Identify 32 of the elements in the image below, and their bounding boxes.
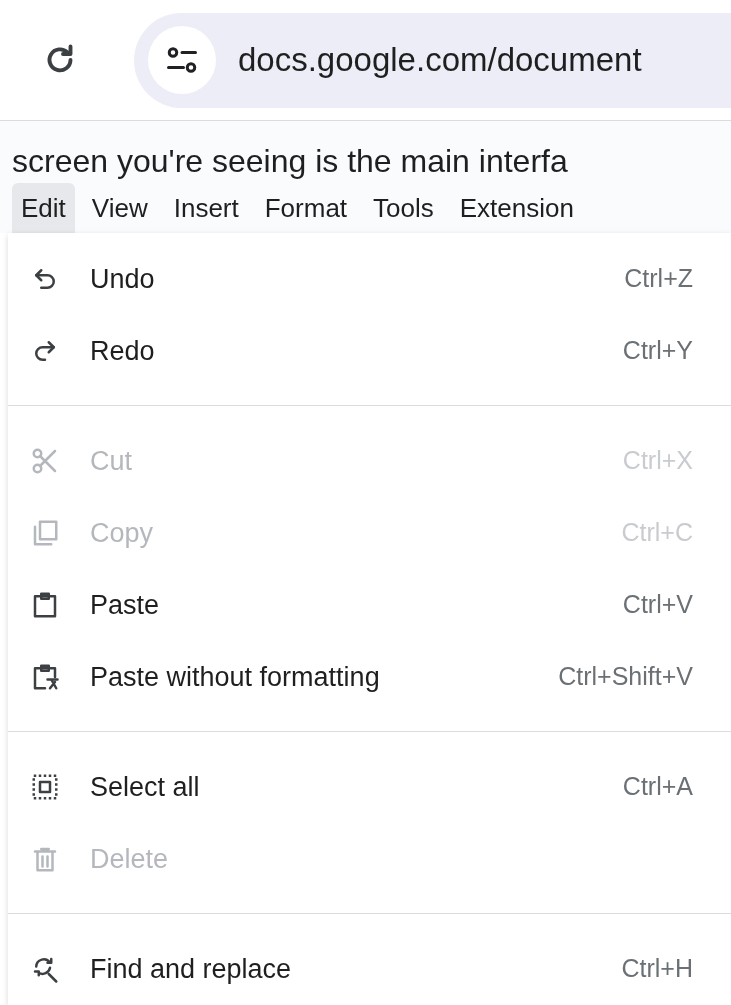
menu-item-label: Undo: [90, 262, 155, 296]
menu-item-label: Paste without formatting: [90, 660, 380, 694]
menu-bar-item[interactable]: Format: [255, 183, 357, 233]
shortcut-text: Ctrl+V: [622, 589, 693, 621]
menu-bar-item[interactable]: Extension: [450, 183, 583, 233]
menu-item-label: Paste: [90, 588, 160, 622]
shortcut-text: Ctrl+Shift+V: [558, 661, 693, 693]
menu-item[interactable]: Paste without formatting Ctrl+Shift+V: [8, 641, 731, 713]
menu-item-label: Cut: [90, 444, 133, 478]
shortcut-text: Ctrl+Y: [622, 335, 693, 367]
menu-item-label: Copy: [90, 516, 154, 550]
menu-item[interactable]: Undo Ctrl+Z: [8, 243, 731, 315]
menu-item-label: Redo: [90, 334, 155, 368]
menu-item[interactable]: Redo Ctrl+Y: [8, 315, 731, 387]
site-info-button[interactable]: [148, 26, 216, 94]
menu-bar-item[interactable]: Insert: [164, 183, 248, 233]
select-all-icon: [30, 772, 60, 802]
menu-bar-item[interactable]: View: [82, 183, 157, 233]
document-text: screen you're seeing is the main interfa: [12, 142, 569, 181]
shortcut-text: Ctrl+Z: [624, 263, 693, 295]
menu-item-label: Delete: [90, 842, 169, 876]
menu-bar-item[interactable]: Edit: [12, 183, 75, 233]
shortcut-text: Ctrl+H: [621, 953, 693, 985]
menu-item-label: Select all: [90, 770, 200, 804]
shortcut-text: Ctrl+A: [622, 771, 693, 803]
menu-item-label: Find and replace: [90, 952, 292, 986]
menu-item[interactable]: Find and replace Ctrl+H: [8, 933, 731, 1005]
menu-item[interactable]: Select all Ctrl+A: [8, 751, 731, 823]
menu-bar-item[interactable]: Tools: [364, 183, 443, 233]
address-bar[interactable]: docs.google.com/document: [134, 12, 731, 108]
url-text: docs.google.com/document: [238, 40, 642, 81]
menu-item[interactable]: Paste Ctrl+V: [8, 569, 731, 641]
